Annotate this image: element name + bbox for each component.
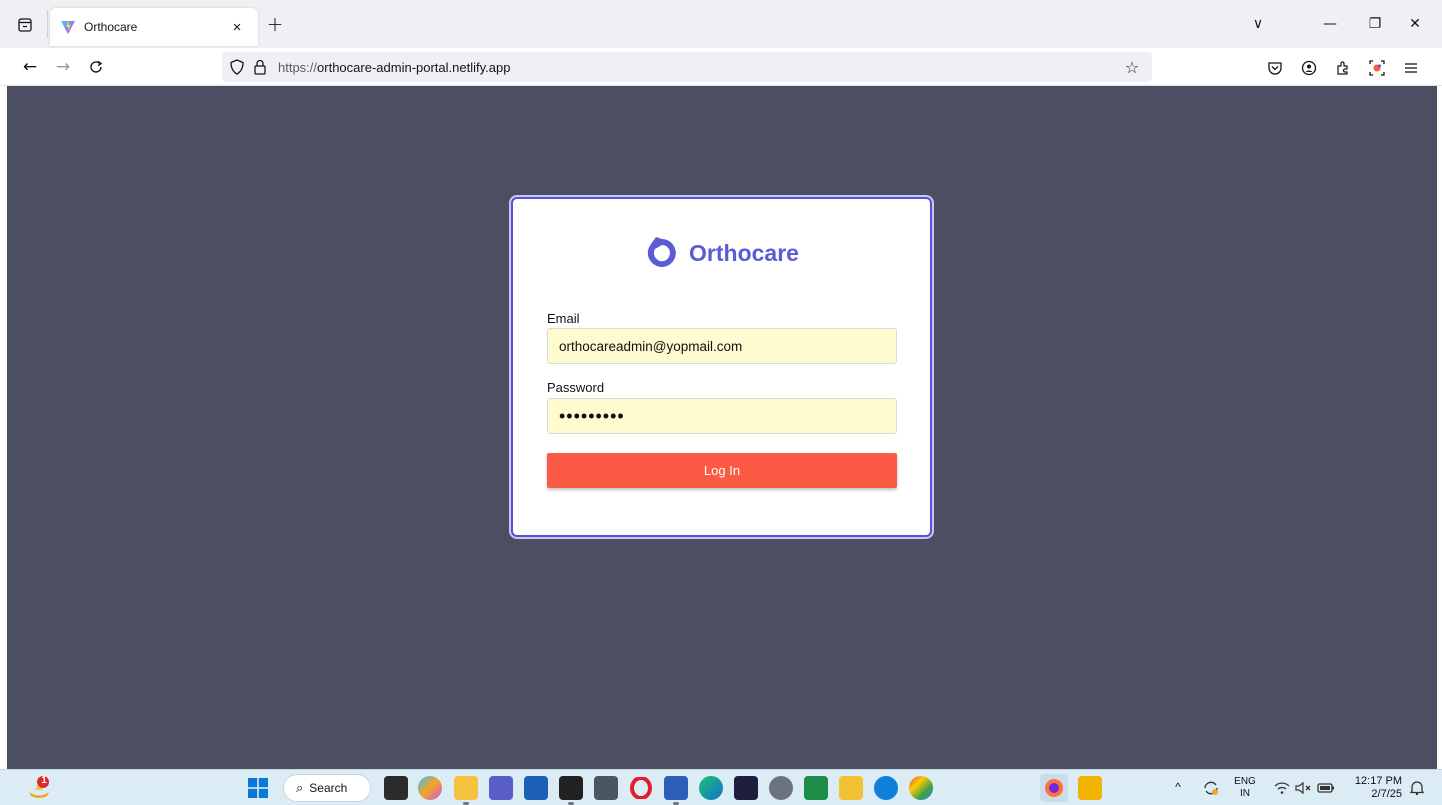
- url-scheme: https://: [278, 60, 318, 75]
- reload-icon[interactable]: [84, 55, 108, 79]
- language-region: IN: [1240, 788, 1250, 799]
- sticky-notes-icon[interactable]: [559, 776, 583, 805]
- close-window-icon[interactable]: ✕: [1403, 12, 1427, 36]
- notification-center-icon[interactable]: [1405, 776, 1429, 800]
- email-field[interactable]: [547, 328, 897, 364]
- password-field[interactable]: [547, 398, 897, 434]
- email-label: Email: [547, 311, 580, 326]
- lock-icon[interactable]: [251, 58, 269, 76]
- firefox-icon[interactable]: [1040, 774, 1068, 802]
- language-indicator[interactable]: ENG IN: [1233, 776, 1257, 800]
- intellij-icon[interactable]: [734, 776, 758, 800]
- calculator-icon[interactable]: [594, 776, 618, 800]
- tab-title: Orthocare: [84, 20, 138, 34]
- menu-hamburger-icon[interactable]: [1400, 57, 1422, 79]
- windows-taskbar: 1 ⌕ Search ^ ENG IN 12:17 PM 2/7/25: [0, 769, 1442, 805]
- taskbar-clock[interactable]: 12:17 PM 2/7/25: [1342, 775, 1402, 801]
- tab-close-icon[interactable]: ×: [226, 16, 248, 38]
- show-hidden-icons-icon[interactable]: ^: [1172, 781, 1184, 793]
- volume-muted-icon[interactable]: [1292, 776, 1316, 800]
- notification-badge: 1: [41, 775, 47, 786]
- copilot-icon[interactable]: [418, 776, 442, 800]
- tab-strip: Orthocare × + ∨ — ❐ ✕: [0, 0, 1442, 48]
- list-all-tabs-icon[interactable]: ∨: [1246, 12, 1270, 36]
- skype-icon[interactable]: [874, 776, 898, 800]
- taskbar-search[interactable]: ⌕ Search: [283, 774, 371, 802]
- file-explorer-icon[interactable]: [454, 776, 478, 805]
- task-view-icon[interactable]: [384, 776, 408, 800]
- excel-icon[interactable]: [804, 776, 828, 800]
- image-viewer-icon[interactable]: [839, 776, 863, 800]
- forward-icon[interactable]: →: [51, 55, 75, 79]
- vite-favicon-icon: [61, 20, 75, 34]
- search-label: Search: [309, 781, 348, 795]
- brand-name: Orthocare: [689, 239, 799, 266]
- weather-widget[interactable]: 1: [24, 774, 54, 802]
- firefox-view-icon: [18, 18, 32, 32]
- sync-tray-icon[interactable]: [1199, 776, 1223, 800]
- new-tab-button[interactable]: +: [264, 12, 286, 36]
- login-button[interactable]: Log In: [547, 453, 897, 488]
- brand-header: Orthocare: [513, 235, 930, 271]
- url-host: orthocare-admin-portal.netlify.app: [317, 60, 511, 75]
- password-label: Password: [547, 380, 605, 395]
- sublime-text-icon[interactable]: [1078, 776, 1102, 800]
- navigation-toolbar: ← → https://orthocare-admin-portal.netli…: [0, 48, 1442, 86]
- word-icon[interactable]: [664, 776, 688, 805]
- battery-icon[interactable]: [1314, 776, 1338, 800]
- microsoft-store-icon[interactable]: [524, 776, 548, 800]
- back-icon[interactable]: ←: [18, 55, 42, 79]
- tracking-protection-icon[interactable]: [228, 58, 246, 76]
- restore-icon[interactable]: ❐: [1363, 12, 1387, 36]
- screenshot-extension-icon[interactable]: [1366, 57, 1388, 79]
- start-button[interactable]: [246, 776, 270, 800]
- clock-date: 2/7/25: [1371, 788, 1402, 800]
- settings-icon[interactable]: [769, 776, 793, 800]
- edge-icon[interactable]: [699, 776, 723, 800]
- orthocare-logo-icon: [647, 237, 676, 267]
- login-card: Orthocare Email Password Log In: [511, 197, 932, 537]
- tab-orthocare[interactable]: Orthocare ×: [50, 8, 258, 46]
- pocket-icon[interactable]: [1264, 57, 1286, 79]
- url-bar[interactable]: https://orthocare-admin-portal.netlify.a…: [222, 52, 1152, 82]
- bookmark-star-icon[interactable]: ☆: [1122, 57, 1142, 77]
- windows-logo-icon: [248, 778, 268, 798]
- minimize-icon[interactable]: —: [1318, 12, 1342, 36]
- tab-separator: [47, 10, 48, 38]
- wifi-icon[interactable]: [1270, 776, 1294, 800]
- clock-time: 12:17 PM: [1354, 775, 1402, 787]
- language-code: ENG: [1234, 776, 1256, 787]
- page-viewport: Orthocare Email Password Log In: [7, 86, 1437, 769]
- opera-icon[interactable]: [629, 776, 653, 800]
- account-icon[interactable]: [1298, 57, 1320, 79]
- teams-icon[interactable]: [489, 776, 513, 800]
- search-icon: ⌕: [296, 780, 304, 796]
- firefox-view-button[interactable]: [14, 14, 36, 36]
- url-text[interactable]: https://orthocare-admin-portal.netlify.a…: [278, 60, 510, 75]
- chrome-icon[interactable]: [909, 776, 933, 800]
- extensions-icon[interactable]: [1332, 57, 1354, 79]
- reload-glyph-icon: [90, 60, 103, 73]
